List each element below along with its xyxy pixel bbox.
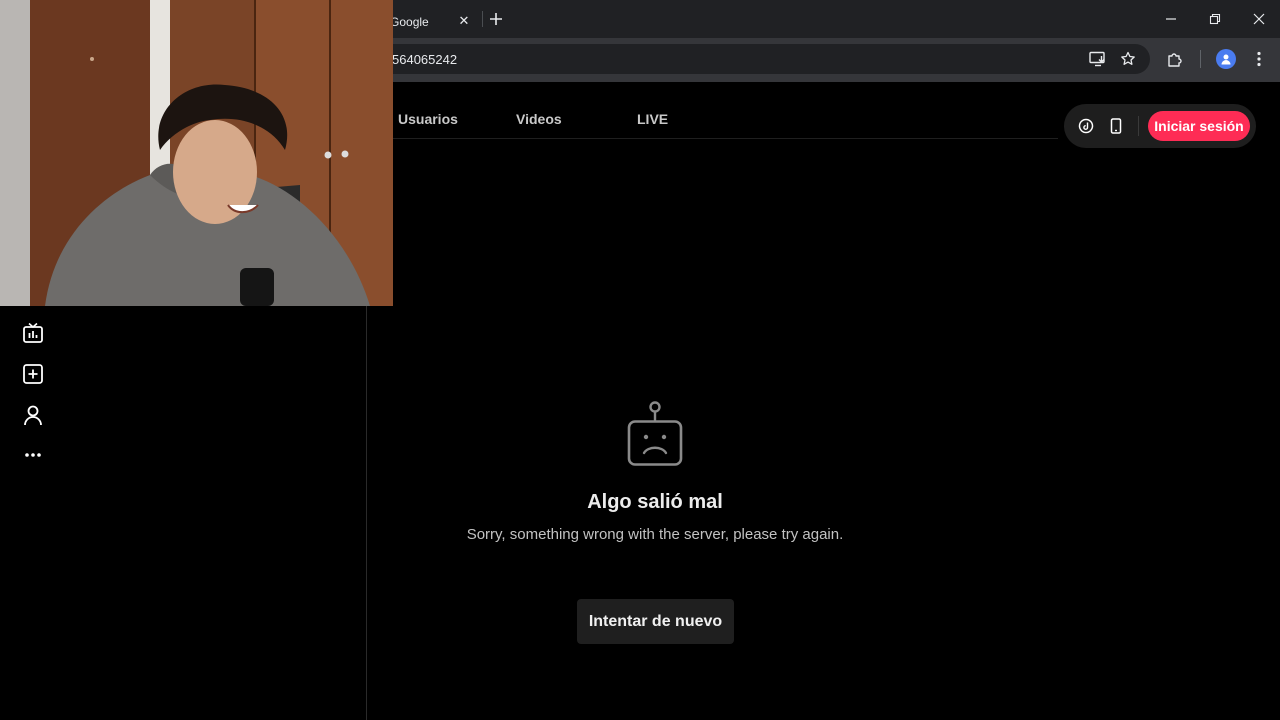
more-icon[interactable]	[21, 443, 45, 467]
header-actions: Iniciar sesión	[1064, 104, 1256, 148]
mobile-app-icon[interactable]	[1106, 116, 1126, 136]
plus-icon	[490, 13, 502, 25]
extensions-icon[interactable]	[1164, 48, 1186, 70]
coins-icon[interactable]	[1076, 116, 1096, 136]
tab-videos[interactable]: Videos	[516, 111, 562, 127]
login-button[interactable]: Iniciar sesión	[1148, 111, 1250, 141]
install-app-icon[interactable]	[1087, 48, 1109, 70]
error-title: Algo salió mal	[587, 491, 723, 513]
sad-robot-icon	[626, 400, 684, 468]
new-tab-button[interactable]	[486, 9, 506, 29]
address-bar[interactable]: 564065242	[360, 44, 1150, 74]
upload-icon[interactable]	[21, 362, 45, 386]
tab-usuarios[interactable]: Usuarios	[398, 111, 458, 127]
tab-close-icon[interactable]: ✕	[456, 13, 472, 29]
close-icon	[1253, 13, 1265, 25]
header-separator	[1138, 116, 1139, 136]
profile-avatar-icon[interactable]	[1216, 49, 1236, 69]
live-tv-icon[interactable]	[21, 321, 45, 345]
webcam-overlay	[0, 0, 393, 306]
toolbar-separator	[1200, 50, 1201, 68]
profile-icon[interactable]	[21, 403, 45, 427]
streamer-camera-image	[0, 0, 393, 306]
browser-menu-icon[interactable]	[1248, 48, 1270, 70]
browser-tab[interactable]: n Google ✕	[380, 6, 480, 38]
nav-divider	[390, 138, 1058, 139]
minimize-icon	[1166, 18, 1176, 20]
minimize-button[interactable]	[1148, 0, 1194, 38]
tab-separator	[482, 11, 483, 27]
restore-button[interactable]	[1192, 0, 1238, 38]
tab-live[interactable]: LIVE	[637, 111, 668, 127]
url-text[interactable]: 564065242	[392, 52, 457, 67]
close-window-button[interactable]	[1236, 0, 1280, 38]
error-description: Sorry, something wrong with the server, …	[466, 526, 844, 543]
bookmark-star-icon[interactable]	[1117, 48, 1139, 70]
retry-button[interactable]: Intentar de nuevo	[577, 599, 734, 644]
restore-icon	[1209, 13, 1221, 25]
sidebar-divider	[366, 306, 367, 720]
